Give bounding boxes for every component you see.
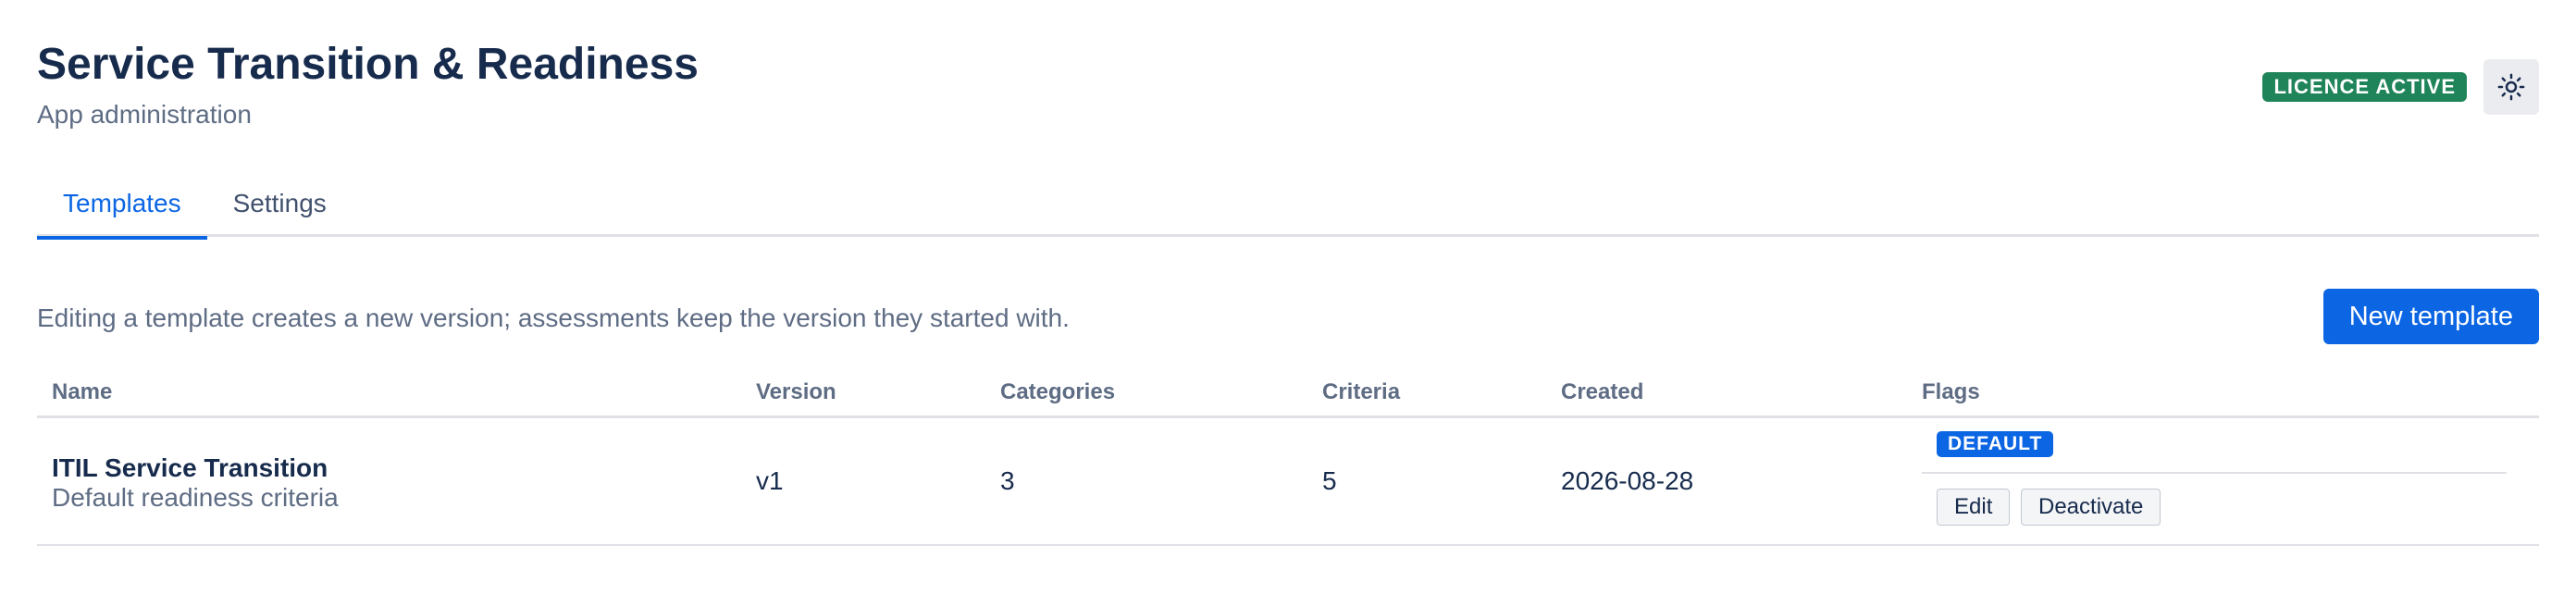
column-header-version: Version [756,379,836,404]
versioning-info-text: Editing a template creates a new version… [37,304,1070,332]
template-created-date: 2026-08-28 [1561,466,1694,495]
flags-divider [1922,472,2507,474]
header-actions: LICENCE ACTIVE [2262,59,2539,115]
edit-template-button[interactable]: Edit [1937,489,2011,526]
tab-settings[interactable]: Settings [207,172,353,237]
table-row: ITIL Service Transition Default readines… [37,418,2539,546]
template-criteria-count: 5 [1322,466,1337,495]
tab-bar: Templates Settings [37,172,2539,240]
template-name: ITIL Service Transition [52,453,328,482]
template-name-cell: ITIL Service Transition Default readines… [52,453,339,513]
column-header-criteria: Criteria [1322,379,1401,404]
admin-page: Service Transition & Readiness App admin… [0,0,2576,595]
page-title: Service Transition & Readiness [37,40,699,89]
table-header: Name Version Categories Criteria Created… [37,370,2539,418]
tab-templates[interactable]: Templates [37,172,207,240]
template-version: v1 [756,466,784,495]
template-flags-cell: DEFAULT Edit Deactivate [1922,418,2507,546]
column-header-name: Name [52,379,113,404]
sun-icon [2497,73,2525,101]
template-categories-count: 3 [1000,466,1015,495]
column-header-categories: Categories [1000,379,1116,404]
template-description: Default readiness criteria [52,483,339,512]
column-header-created: Created [1561,379,1644,404]
default-flag-badge: DEFAULT [1937,431,2054,457]
licence-status-badge: LICENCE ACTIVE [2262,72,2467,102]
theme-toggle-button[interactable] [2483,59,2539,115]
page-subtitle: App administration [37,100,252,129]
deactivate-template-button[interactable]: Deactivate [2021,489,2161,526]
page-header: Service Transition & Readiness App admin… [37,37,699,131]
new-template-button[interactable]: New template [2322,289,2539,344]
column-header-flags: Flags [1922,379,1980,404]
templates-table: Name Version Categories Criteria Created… [37,370,2539,546]
